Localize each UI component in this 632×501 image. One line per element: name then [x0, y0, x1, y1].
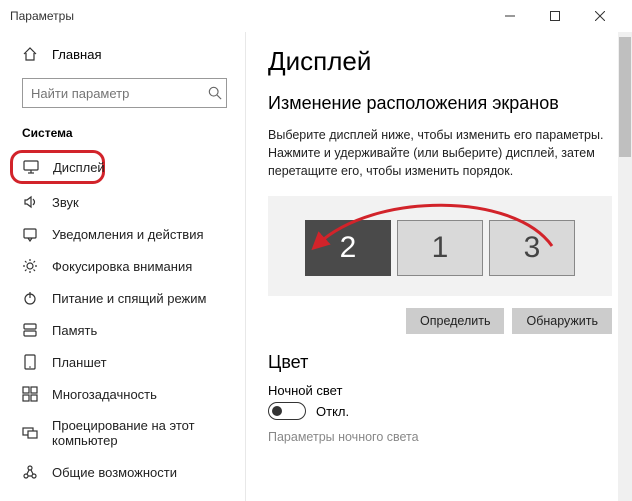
nav-item-focus[interactable]: Фокусировка внимания	[0, 250, 245, 282]
main-layout: Главная Система Дисплей Звук Уведомления и…	[0, 32, 632, 501]
identify-button[interactable]: Определить	[406, 308, 504, 334]
display-buttons: Определить Обнаружить	[268, 308, 612, 334]
maximize-button[interactable]	[532, 2, 577, 30]
titlebar: Параметры	[0, 0, 632, 32]
sound-icon	[22, 194, 38, 210]
night-light-settings-link[interactable]: Параметры ночного света	[268, 430, 612, 444]
night-light-label: Ночной свет	[268, 383, 612, 398]
notif-icon	[22, 226, 38, 242]
monitor-2[interactable]: 2	[305, 220, 391, 276]
focus-icon	[22, 258, 38, 274]
arrange-description: Выберите дисплей ниже, чтобы изменить ег…	[268, 126, 612, 180]
nav-item-label: Многозадачность	[52, 387, 157, 402]
display-arrangement[interactable]: 2 1 3	[268, 196, 612, 296]
close-button[interactable]	[577, 2, 622, 30]
nav-item-label: Проецирование на этот компьютер	[52, 418, 227, 448]
window-controls	[487, 2, 622, 30]
nav-item-power[interactable]: Питание и спящий режим	[0, 282, 245, 314]
nav-list: Дисплей Звук Уведомления и действия Фокусир…	[0, 150, 245, 488]
arrange-heading: Изменение расположения экранов	[268, 93, 612, 114]
nav-item-sound[interactable]: Звук	[0, 186, 245, 218]
display-icon	[23, 159, 39, 175]
scrollbar-thumb[interactable]	[619, 37, 631, 157]
content-pane: Дисплей Изменение расположения экранов В…	[245, 32, 632, 501]
nav-item-label: Общие возможности	[52, 465, 177, 480]
nav-item-label: Звук	[52, 195, 79, 210]
night-light-toggle-row: Откл.	[268, 402, 612, 420]
detect-button[interactable]: Обнаружить	[512, 308, 612, 334]
nav-item-shared[interactable]: Общие возможности	[0, 456, 245, 488]
power-icon	[22, 290, 38, 306]
page-title: Дисплей	[268, 46, 612, 77]
nav-item-multi[interactable]: Многозадачность	[0, 378, 245, 410]
home-label: Главная	[52, 47, 101, 62]
shared-icon	[22, 464, 38, 480]
color-heading: Цвет	[268, 352, 612, 373]
scrollbar-track[interactable]	[618, 32, 632, 501]
home-nav[interactable]: Главная	[0, 40, 245, 68]
nav-item-label: Дисплей	[53, 160, 105, 175]
sidebar: Главная Система Дисплей Звук Уведомления и…	[0, 32, 245, 501]
home-icon	[22, 46, 38, 62]
search-input[interactable]	[31, 86, 207, 101]
search-box[interactable]	[22, 78, 227, 108]
search-icon	[207, 85, 223, 101]
nav-item-label: Планшет	[52, 355, 107, 370]
monitor-1[interactable]: 1	[397, 220, 483, 276]
nav-item-project[interactable]: Проецирование на этот компьютер	[0, 410, 245, 456]
window-title: Параметры	[10, 9, 487, 23]
nav-item-notif[interactable]: Уведомления и действия	[0, 218, 245, 250]
nav-item-label: Фокусировка внимания	[52, 259, 192, 274]
storage-icon	[22, 322, 38, 338]
multi-icon	[22, 386, 38, 402]
section-label: Система	[0, 122, 245, 148]
nav-item-display[interactable]: Дисплей	[10, 150, 105, 184]
tablet-icon	[22, 354, 38, 370]
monitor-3[interactable]: 3	[489, 220, 575, 276]
nav-item-label: Уведомления и действия	[52, 227, 204, 242]
nav-item-storage[interactable]: Память	[0, 314, 245, 346]
project-icon	[22, 425, 38, 441]
toggle-state: Откл.	[316, 404, 349, 419]
minimize-button[interactable]	[487, 2, 532, 30]
night-light-toggle[interactable]	[268, 402, 306, 420]
nav-item-label: Питание и спящий режим	[52, 291, 206, 306]
nav-item-label: Память	[52, 323, 97, 338]
nav-item-tablet[interactable]: Планшет	[0, 346, 245, 378]
